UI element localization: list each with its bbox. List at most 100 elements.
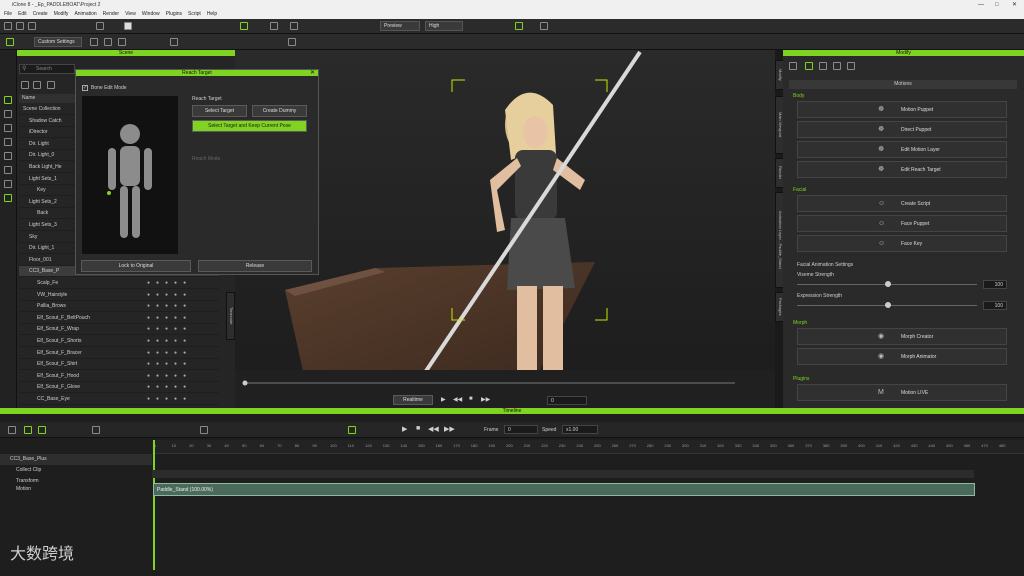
scene-tree-row[interactable]: Elf_Scout_F_Glove ●●●●● xyxy=(19,382,219,394)
viewport-frame-field[interactable]: 0 xyxy=(547,396,587,405)
face-puppet-button[interactable]: ☺ Face Puppet xyxy=(797,215,1007,232)
viseme-slider-handle[interactable] xyxy=(885,281,891,287)
create-dummy-button[interactable]: Create Dummy xyxy=(252,105,307,117)
grid-icon[interactable] xyxy=(270,22,278,30)
material-tab-icon[interactable] xyxy=(819,62,827,70)
menu-item-help[interactable]: Help xyxy=(207,10,217,19)
scene-tree-row[interactable]: Elf_Scout_F_Hood ●●●●● xyxy=(19,371,219,382)
menu-item-modify[interactable]: Modify xyxy=(54,10,69,19)
open-icon[interactable] xyxy=(16,22,24,30)
edit-motion-layer-button[interactable]: ☸ Edit Motion Layer xyxy=(797,141,1007,158)
morph-creator-button[interactable]: ◉ Morph Creator xyxy=(797,328,1007,345)
lock-to-original-button[interactable]: Lock to Original xyxy=(81,260,191,272)
maximize-icon[interactable]: □ xyxy=(995,0,999,10)
visibility-icon[interactable]: ●●●●● xyxy=(147,348,192,359)
scene-tree-row[interactable]: Elf_Scout_F_Wrap ●●●●● xyxy=(19,324,219,336)
motion-clip[interactable]: Paddle_Stand (100.00%) xyxy=(153,483,975,496)
viseme-value-field[interactable]: 100 xyxy=(983,280,1007,289)
visibility-icon[interactable]: ●●●●● xyxy=(147,359,192,370)
key-filter-icon[interactable] xyxy=(24,426,32,434)
visibility-icon[interactable]: ●●●●● xyxy=(147,278,192,289)
scene-tree-row[interactable]: Elf_Scout_F_Shorts ●●●●● xyxy=(19,336,219,347)
scale-icon[interactable] xyxy=(118,38,126,46)
pose-icon[interactable] xyxy=(170,38,178,46)
sky-icon[interactable] xyxy=(4,180,12,188)
close-icon[interactable]: ✕ xyxy=(1012,0,1017,10)
scissor-icon[interactable] xyxy=(92,426,100,434)
menu-item-render[interactable]: Render xyxy=(103,10,119,19)
visibility-icon[interactable]: ●●●●● xyxy=(147,382,192,393)
prev-key-icon[interactable]: ◀◀ xyxy=(453,396,462,403)
track-filter-icon[interactable] xyxy=(38,426,46,434)
camera-filter-icon[interactable] xyxy=(4,138,12,146)
collect-clip-lane[interactable] xyxy=(152,470,974,478)
mode-icon[interactable] xyxy=(6,38,14,46)
speed-select[interactable]: x1.00 xyxy=(562,425,598,434)
dialog-close-icon[interactable]: ✕ xyxy=(310,69,315,76)
track-collect-clip[interactable]: Collect Clip xyxy=(0,465,152,476)
scene-tree-row[interactable]: Elf_Scout_F_Shirt ●●●●● xyxy=(19,359,219,371)
menu-item-script[interactable]: Script xyxy=(188,10,201,19)
visibility-icon[interactable]: ●●●●● xyxy=(147,324,192,335)
scene-tree-row[interactable]: Pallia_Brows ●●●●● xyxy=(19,301,219,313)
visibility-icon[interactable]: ●●●●● xyxy=(147,336,192,347)
motion-tab-icon[interactable] xyxy=(805,62,813,70)
undo-icon[interactable] xyxy=(96,22,104,30)
collection-icon[interactable] xyxy=(33,81,41,89)
motion-live-button[interactable]: M Motion LIVE xyxy=(797,384,1007,401)
curve-icon[interactable] xyxy=(200,426,208,434)
scene-tree-row[interactable]: VW_Hairstyle ●●●●● xyxy=(19,290,219,301)
custom-settings-select[interactable]: Custom Settings xyxy=(34,37,82,47)
panel-toggle-icon[interactable] xyxy=(515,22,523,30)
character-icon[interactable] xyxy=(4,96,12,104)
menu-item-create[interactable]: Create xyxy=(33,10,48,19)
play-icon[interactable]: ▶ xyxy=(441,396,446,403)
visibility-icon[interactable]: ●●●●● xyxy=(147,313,192,324)
visibility-icon[interactable]: ●●●●● xyxy=(147,290,192,301)
preview-select[interactable]: Preview xyxy=(380,21,420,31)
timeline-next-icon[interactable]: ▶▶ xyxy=(444,425,455,433)
timeline-stop-icon[interactable]: ■ xyxy=(416,425,420,432)
tab-timecode[interactable]: Timecode xyxy=(226,292,235,340)
light-filter-icon[interactable] xyxy=(4,124,12,132)
physics-tab-icon[interactable] xyxy=(847,62,855,70)
search-input[interactable]: Search xyxy=(19,64,75,74)
save-icon[interactable] xyxy=(28,22,36,30)
menu-item-animation[interactable]: Animation xyxy=(74,10,96,19)
create-script-button[interactable]: ☺ Create Script xyxy=(797,195,1007,212)
morph-tab-icon[interactable] xyxy=(833,62,841,70)
morph-animator-button[interactable]: ◉ Morph Animator xyxy=(797,348,1007,365)
select-icon[interactable] xyxy=(124,22,132,30)
menu-item-edit[interactable]: Edit xyxy=(18,10,27,19)
next-key-icon[interactable]: ▶▶ xyxy=(481,396,490,403)
face-key-button[interactable]: ☺ Face Key xyxy=(797,235,1007,252)
track-root[interactable]: CC3_Base_Plus xyxy=(0,454,152,465)
menu-item-plugins[interactable]: Plugins xyxy=(166,10,182,19)
select-target-button[interactable]: Select Target xyxy=(192,105,247,117)
visibility-icon[interactable]: ●●●●● xyxy=(147,301,192,312)
quality-select[interactable]: High xyxy=(425,21,463,31)
track-motion[interactable]: Motion xyxy=(0,484,152,495)
scene-tree-row[interactable]: CC_Base_Eye ●●●●● xyxy=(19,394,219,405)
scene-tree-row[interactable]: Elf_Scout_F_Bracer ●●●●● xyxy=(19,348,219,359)
new-icon[interactable] xyxy=(4,22,12,30)
light-icon[interactable] xyxy=(290,22,298,30)
timeline-ruler[interactable]: 1 10 20 30 40 50 60 70 80 90 100 110 120 130 140 150 160… xyxy=(152,440,1024,454)
menu-item-window[interactable]: Window xyxy=(142,10,160,19)
edit-reach-target-button[interactable]: ☸ Edit Reach Target xyxy=(797,161,1007,178)
loop-icon[interactable] xyxy=(348,426,356,434)
direct-puppet-button[interactable]: ☸ Direct Puppet xyxy=(797,121,1007,138)
bone-edit-checkbox[interactable]: ✓ xyxy=(82,85,88,91)
menu-item-view[interactable]: View xyxy=(125,10,136,19)
move-icon[interactable] xyxy=(90,38,98,46)
minimize-icon[interactable]: — xyxy=(978,0,984,10)
playhead[interactable] xyxy=(153,440,155,570)
effect-icon[interactable] xyxy=(4,194,12,202)
stop-icon[interactable]: ■ xyxy=(469,396,473,402)
terrain-icon[interactable] xyxy=(4,166,12,174)
timeline-play-icon[interactable]: ▶ xyxy=(402,425,407,433)
timeline-prev-icon[interactable]: ◀◀ xyxy=(428,425,439,433)
frame-input[interactable]: 0 xyxy=(504,425,538,434)
expression-slider-handle[interactable] xyxy=(885,302,891,308)
snap-icon[interactable] xyxy=(288,38,296,46)
